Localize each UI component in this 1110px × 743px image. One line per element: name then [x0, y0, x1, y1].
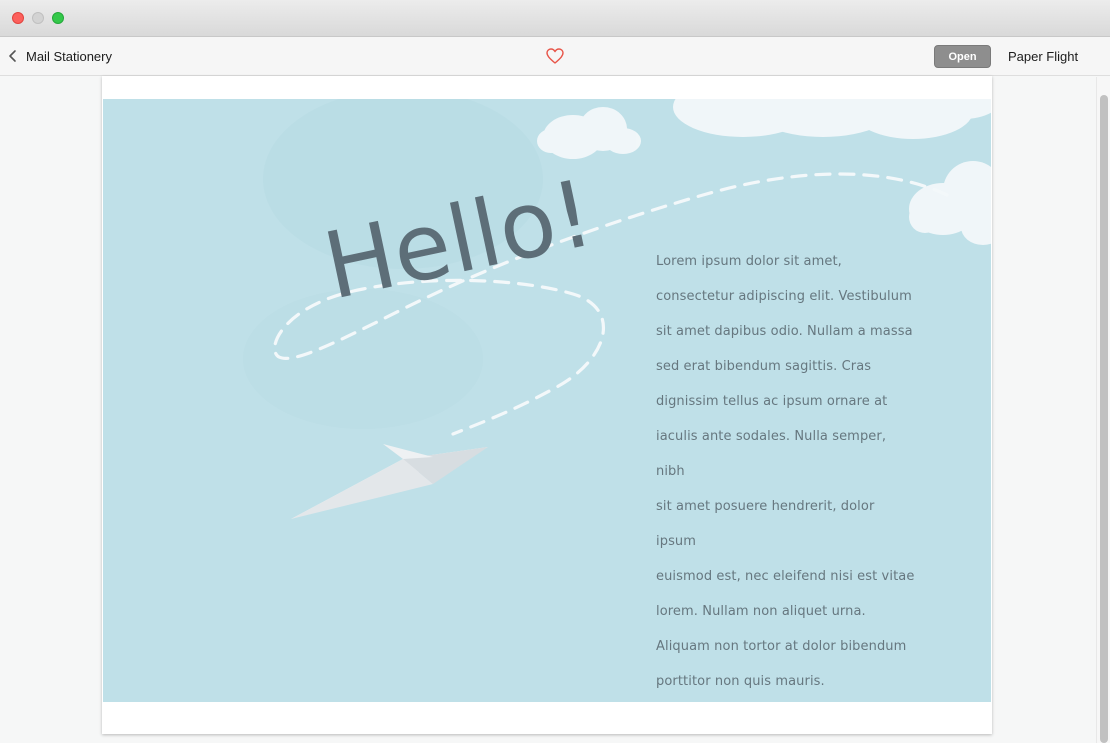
open-button[interactable]: Open [934, 45, 991, 68]
heart-outline-icon[interactable] [545, 47, 565, 65]
body-text: Lorem ipsum dolor sit amet, consectetur … [656, 244, 916, 699]
body-line: sit amet posuere hendrerit, dolor ipsum [656, 499, 875, 549]
body-line: dignissim tellus ac ipsum ornare at [656, 394, 888, 409]
body-line: Aliquam non tortor at dolor bibendum [656, 639, 907, 654]
window-titlebar [0, 0, 1110, 37]
stationery-artwork: Hello! Lorem ipsum dolor sit amet, conse… [103, 99, 991, 702]
body-line: consectetur adipiscing elit. Vestibulum [656, 289, 912, 304]
body-line: lorem. Nullam non aliquet urna. [656, 604, 866, 619]
stationery-title: Paper Flight [1008, 49, 1079, 64]
minimize-window-button[interactable] [32, 12, 44, 24]
body-line: sed erat bibendum sagittis. Cras [656, 359, 872, 374]
back-label: Mail Stationery [26, 48, 112, 64]
body-line: iaculis ante sodales. Nulla semper, nibh [656, 429, 887, 479]
body-line: euismod est, nec eleifend nisi est vitae [656, 569, 915, 584]
zoom-window-button[interactable] [52, 12, 64, 24]
chevron-left-icon [9, 50, 16, 62]
scrollbar-thumb[interactable] [1100, 95, 1108, 743]
body-line: porttitor non quis mauris. [656, 674, 825, 689]
body-line: Lorem ipsum dolor sit amet, [656, 254, 842, 269]
close-window-button[interactable] [12, 12, 24, 24]
vertical-scrollbar[interactable] [1096, 77, 1110, 743]
stationery-preview: Hello! Lorem ipsum dolor sit amet, conse… [102, 76, 992, 734]
body-line: sit amet dapibus odio. Nullam a massa [656, 324, 913, 339]
headline-text: Hello! [315, 160, 601, 321]
toolbar: Mail Stationery Open Paper Flight [0, 37, 1110, 76]
back-button[interactable]: Mail Stationery [6, 45, 112, 67]
